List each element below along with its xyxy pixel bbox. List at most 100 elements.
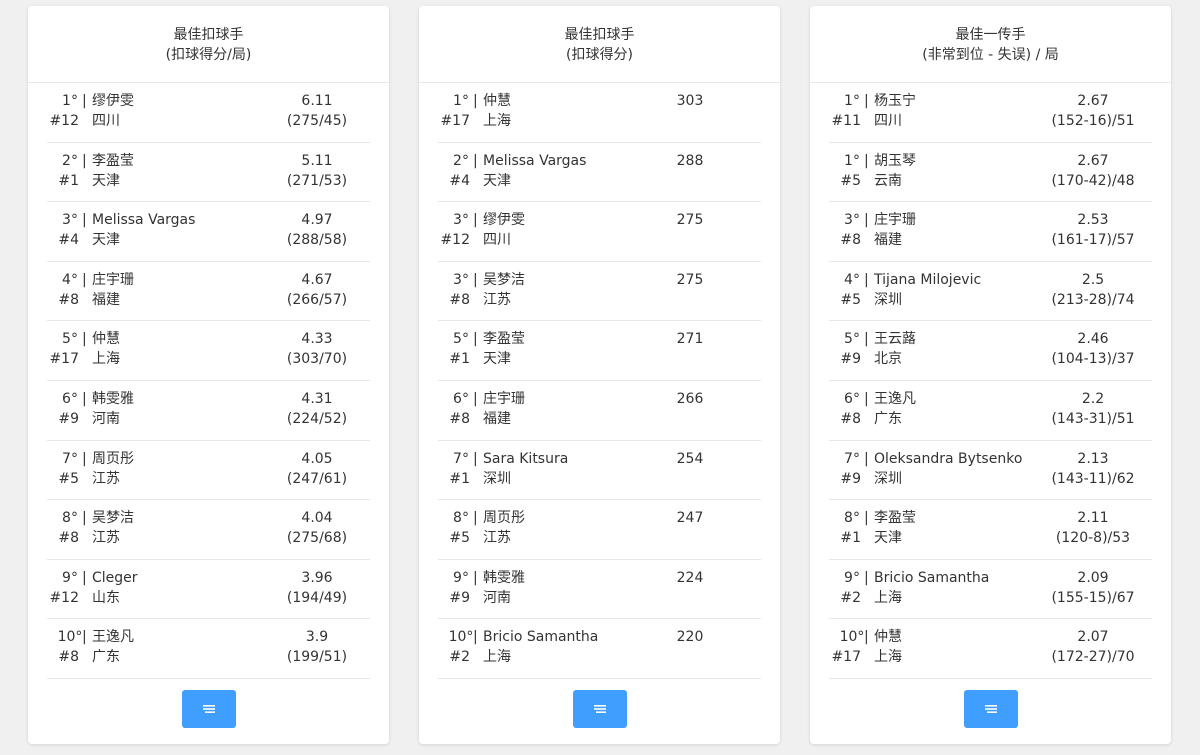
ranking-row: 1° #12 | 缪伊雯 四川 6.11 (275/45) [47,83,370,143]
stat-value: 275 [676,212,704,229]
jersey-number: #2 [840,589,861,606]
player-name: Sara Kitsura [483,450,569,467]
team-name: 河南 [483,589,511,606]
list-toggle-button[interactable] [573,690,627,728]
stat-detail: (161-17)/57 [1051,232,1135,249]
jersey-number: #4 [449,172,470,189]
separator: | [864,450,869,467]
team-name: 河南 [92,410,120,427]
team-name: 四川 [483,232,511,249]
stat-detail: (152-16)/51 [1051,113,1135,129]
separator: | [82,271,87,288]
stat-detail: (275/45) [286,113,348,129]
stat-detail: (120-8)/53 [1055,530,1131,547]
separator: | [864,152,869,169]
list-icon [203,705,215,713]
panel-best-receiver: 最佳一传手 (非常到位 - 失误) / 局 1° #11 | 杨玉宁 四川 2.67 (15… [810,6,1171,744]
team-name: 江苏 [483,291,511,308]
list-toggle-button[interactable] [964,690,1018,728]
stat-value: 220 [676,629,704,646]
player-name: 仲慧 [92,331,120,348]
separator: | [473,93,478,109]
stat-value: 247 [676,510,704,527]
jersey-number: #8 [58,291,79,308]
team-name: 云南 [874,172,902,189]
team-name: 天津 [483,351,511,368]
player-name: 庄宇珊 [92,271,134,288]
stat-detail: (271/53) [286,172,348,189]
jersey-number: #12 [49,589,79,606]
jersey-number: #5 [449,530,470,547]
panel-subtitle: (扣球得分) [566,47,633,63]
separator: | [864,390,869,407]
team-name: 福建 [92,291,120,308]
jersey-number: #12 [440,232,470,249]
jersey-number: #17 [49,351,79,368]
stat-value: 2.46 [1077,331,1109,348]
stat-value: 4.33 [301,331,333,348]
jersey-number: #8 [449,410,470,427]
jersey-number: #9 [840,470,861,487]
panel-subtitle: (非常到位 - 失误) / 局 [922,47,1059,63]
separator: | [82,212,87,229]
stat-detail: (170-42)/48 [1051,172,1135,189]
ranking-list: 1° #17 | 仲慧 上海 303 2° #4 | Melissa Vargas 天津 288 3° #… [438,83,761,679]
jersey-number: #5 [58,470,79,487]
stat-value: 4.04 [301,510,333,527]
panel-header: 最佳扣球手 (扣球得分/局) [28,6,389,83]
separator: | [82,390,87,407]
jersey-number: #1 [840,530,861,547]
separator: | [864,510,869,527]
separator: | [473,271,478,288]
stat-detail: (266/57) [286,291,348,308]
stat-detail: (155-15)/67 [1051,589,1135,606]
jersey-number: #11 [831,113,861,129]
stat-value: 4.31 [301,390,333,407]
stat-value: 2.11 [1077,510,1109,527]
team-name: 深圳 [483,470,511,487]
jersey-number: #8 [58,530,79,547]
separator: | [82,510,87,527]
team-name: 天津 [874,530,902,547]
separator: | [473,629,478,646]
ranking-row: 5° #1 | 李盈莹 天津 271 [438,321,761,381]
panel-subtitle: (扣球得分/局) [165,47,252,63]
ranking-row: 1° #5 | 胡玉琴 云南 2.67 (170-42)/48 [829,143,1152,203]
ranking-list: 1° #11 | 杨玉宁 四川 2.67 (152-16)/51 1° #5 | 胡玉琴 云南 2.67… [829,83,1152,679]
player-name: 王云蕗 [874,331,916,348]
ranking-row: 9° #9 | 韩雯雅 河南 224 [438,560,761,620]
list-toggle-button[interactable] [182,690,236,728]
jersey-number: #5 [840,172,861,189]
jersey-number: #8 [58,649,79,666]
stat-value: 266 [676,390,704,407]
separator: | [473,390,478,407]
player-name: 吴梦洁 [92,510,134,527]
stat-detail: (303/70) [286,351,348,368]
team-name: 广东 [92,649,120,666]
separator: | [82,331,87,348]
stat-value: 303 [676,93,704,109]
separator: | [82,569,87,586]
separator: | [473,331,478,348]
ranking-row: 8° #8 | 吴梦洁 江苏 4.04 (275/68) [47,500,370,560]
ranking-row: 6° #9 | 韩雯雅 河南 4.31 (224/52) [47,381,370,441]
ranking-row: 5° #17 | 仲慧 上海 4.33 (303/70) [47,321,370,381]
stat-value: 224 [676,569,704,586]
separator: | [864,271,869,288]
ranking-row: 3° #12 | 缪伊雯 四川 275 [438,202,761,262]
jersey-number: #12 [49,113,79,129]
stat-detail: (288/58) [286,232,348,249]
stat-value: 2.5 [1081,271,1105,288]
stat-detail: (247/61) [286,470,348,487]
team-name: 四川 [92,113,120,129]
separator: | [473,569,478,586]
player-name: Tijana Milojevic [874,271,982,288]
team-name: 广东 [874,410,902,427]
ranking-row: 6° #8 | 庄宇珊 福建 266 [438,381,761,441]
jersey-number: #8 [840,232,861,249]
panel-best-spiker-per-set: 最佳扣球手 (扣球得分/局) 1° #12 | 缪伊雯 四川 6.11 (275/45) 2°… [28,6,389,744]
stat-value: 288 [676,152,704,169]
stat-value: 2.07 [1077,629,1109,646]
stat-detail: (275/68) [286,530,348,547]
ranking-row: 10° #2 | Bricio Samantha 上海 220 [438,619,761,679]
